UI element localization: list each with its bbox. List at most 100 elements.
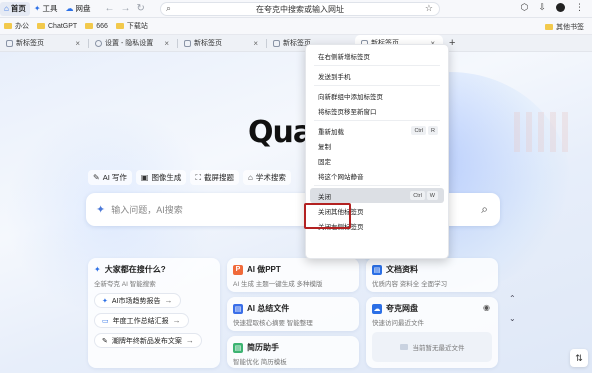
bookmark-item[interactable]: 下载站	[115, 21, 148, 31]
extension-icon[interactable]: ⬡	[521, 2, 529, 13]
cloud-drive-icon: ☁	[372, 303, 382, 314]
resume-title: 简历助手	[247, 343, 279, 352]
tab-new-tab[interactable]: 新标签页 ×	[0, 35, 88, 52]
add-tab-icon[interactable]: +	[449, 37, 455, 49]
slides-icon: ▭	[102, 317, 109, 325]
search-icon[interactable]: ⌕	[481, 202, 488, 217]
docs-sub: 优质内容 资料全 全面学习	[372, 281, 448, 288]
shortcut-key: R	[428, 126, 438, 135]
bookmark-label: 666	[96, 22, 108, 30]
tab-settings[interactable]: 设置 - 隐私设置 ×	[89, 35, 177, 52]
chip-ai-writing[interactable]: ✎ AI 写作	[88, 170, 132, 185]
menu-item[interactable]: 发送到手机	[310, 68, 444, 83]
page-icon	[184, 39, 191, 47]
docs-card[interactable]: ▤ 文档资料 优质内容 资料全 全面学习	[366, 258, 498, 292]
menu-item-label: 关闭	[318, 193, 331, 201]
folder-icon	[115, 23, 124, 29]
nav-tools-button[interactable]: ✦ 工具	[30, 2, 62, 16]
avatar[interactable]	[556, 3, 565, 12]
chevron-up-icon[interactable]: ⌃	[509, 294, 516, 303]
menu-item-label: 向新群组中添加标签页	[318, 93, 383, 101]
cloud-empty-state: 当前暂无最近文件	[372, 332, 492, 362]
docs-title: 文档资料	[386, 265, 418, 274]
forward-arrow-icon[interactable]: →	[121, 3, 131, 14]
menu-item[interactable]: 将标签页移至新窗口	[310, 103, 444, 118]
tab-label: 设置 - 隐私设置	[105, 40, 154, 47]
chip-screenshot-search[interactable]: ⛶ 截屏搜题	[190, 170, 240, 185]
menu-item-label: 固定	[318, 158, 331, 166]
settings-icon	[95, 39, 102, 47]
ai-ppt-title: AI 做PPT	[247, 265, 281, 274]
chip-label: 图像生成	[151, 173, 182, 182]
menu-item-label: 复制	[318, 143, 331, 151]
page-icon	[6, 39, 13, 47]
menu-item-label: 将标签页移至新窗口	[318, 108, 377, 116]
trending-title: 大家都在搜什么?	[104, 265, 166, 274]
tab-new-tab[interactable]: 新标签页 ×	[178, 35, 266, 52]
chip-image-gen[interactable]: ▣ 图像生成	[135, 170, 187, 185]
menu-item-label: 在右侧新增标签页	[318, 53, 370, 61]
ppt-icon: P	[233, 264, 243, 275]
folder-icon	[4, 23, 12, 29]
menu-item[interactable]: 重新加载 Ctrl R	[310, 123, 444, 138]
resume-sub: 智能优化 简历模板	[233, 359, 287, 366]
menu-item[interactable]: 在右侧新增标签页	[310, 48, 444, 63]
chip-academic-search[interactable]: ⌂ 学术搜索	[243, 170, 291, 185]
other-bookmarks[interactable]: 其他书签	[545, 22, 584, 32]
bookmark-item[interactable]: ChatGPT	[37, 23, 77, 30]
trend-pill[interactable]: ▭ 年度工作总结汇报 →	[94, 313, 189, 328]
trend-pill-label: AI市场趋势报告	[111, 297, 161, 305]
cloud-drive-card[interactable]: ☁ 夸克网盘 ◉ 快速访问最近文件 当前暂无最近文件	[366, 297, 498, 368]
resume-icon: ▤	[233, 342, 243, 353]
document-icon: ▤	[372, 264, 382, 275]
trend-pill[interactable]: ✎ 潮牌年终新品发布文案 →	[94, 333, 202, 348]
back-arrow-icon[interactable]: ←	[105, 3, 115, 14]
pen-icon: ✎	[93, 173, 100, 182]
home-icon: ⌂	[4, 4, 9, 13]
close-icon[interactable]: ×	[253, 39, 258, 48]
nav-home-button[interactable]: ⌂ 首页	[0, 1, 30, 16]
customize-icon[interactable]: ⇅	[570, 349, 588, 367]
ai-ppt-card[interactable]: P AI 做PPT AI 生成 主题一键生成 多种模版	[227, 258, 359, 292]
download-icon[interactable]: ⇩	[538, 2, 546, 13]
star-icon[interactable]: ☆	[425, 3, 433, 14]
menu-item[interactable]: 关闭 Ctrl W	[310, 188, 444, 203]
shortcut-key: W	[426, 191, 438, 200]
search-icon: ⌕	[166, 3, 172, 13]
bookmarks-bar: 办公 ChatGPT 666 下载站 其他书签	[0, 18, 592, 35]
menu-item[interactable]: 向新群组中添加标签页	[310, 88, 444, 103]
nav-cloud-button[interactable]: ☁ 网盘	[62, 2, 95, 16]
tools-icon: ✦	[33, 4, 41, 13]
close-icon[interactable]: ×	[75, 39, 80, 48]
quark-logo: Qua	[248, 115, 313, 150]
chevron-down-icon[interactable]: ⌄	[509, 314, 516, 323]
resume-card[interactable]: ▤ 简历助手 智能优化 简历模板	[227, 336, 359, 368]
file-summary-icon: ▤	[233, 303, 243, 314]
address-bar[interactable]: ⌕ 在夸克中搜索或输入网址 ☆	[160, 2, 440, 16]
close-icon[interactable]: ×	[164, 39, 169, 48]
bookmark-label: 下载站	[126, 23, 148, 30]
arrow-right-icon: →	[164, 296, 173, 305]
ai-summary-card[interactable]: ▤ AI 总结文件 快速提取核心摘要 智能整理	[227, 297, 359, 331]
menu-item-label: 发送到手机	[318, 73, 351, 81]
eye-icon[interactable]: ◉	[483, 303, 490, 312]
other-bookmarks-label: 其他书签	[556, 24, 584, 31]
menu-icon[interactable]: ⋮	[575, 2, 584, 13]
reload-icon[interactable]: ↻	[137, 3, 145, 14]
menu-item[interactable]: 复制	[310, 138, 444, 153]
nav-cloud-label: 网盘	[75, 4, 91, 13]
menu-item[interactable]: 固定	[310, 153, 444, 168]
address-text: 在夸克中搜索或输入网址	[256, 4, 344, 14]
bookmark-label: ChatGPT	[48, 22, 78, 30]
trend-pill-label: 年度工作总结汇报	[112, 317, 169, 325]
folder-icon	[85, 23, 94, 29]
bookmark-item[interactable]: 办公	[4, 21, 29, 31]
menu-item[interactable]: 将这个网站静音	[310, 168, 444, 183]
tab-strip: 新标签页 × 设置 - 隐私设置 × 新标签页 × 新标签页 新标签页 × +	[0, 34, 592, 52]
nav-tools-label: 工具	[42, 4, 58, 13]
bookmark-item[interactable]: 666	[85, 23, 108, 30]
trend-pill[interactable]: ✦ AI市场趋势报告 →	[94, 293, 181, 308]
trending-sub: 全新夸克 AI 智能搜索	[94, 281, 156, 288]
cloud-title: 夸克网盘	[386, 304, 418, 313]
search-placeholder: 输入问题，AI搜索	[111, 205, 183, 215]
